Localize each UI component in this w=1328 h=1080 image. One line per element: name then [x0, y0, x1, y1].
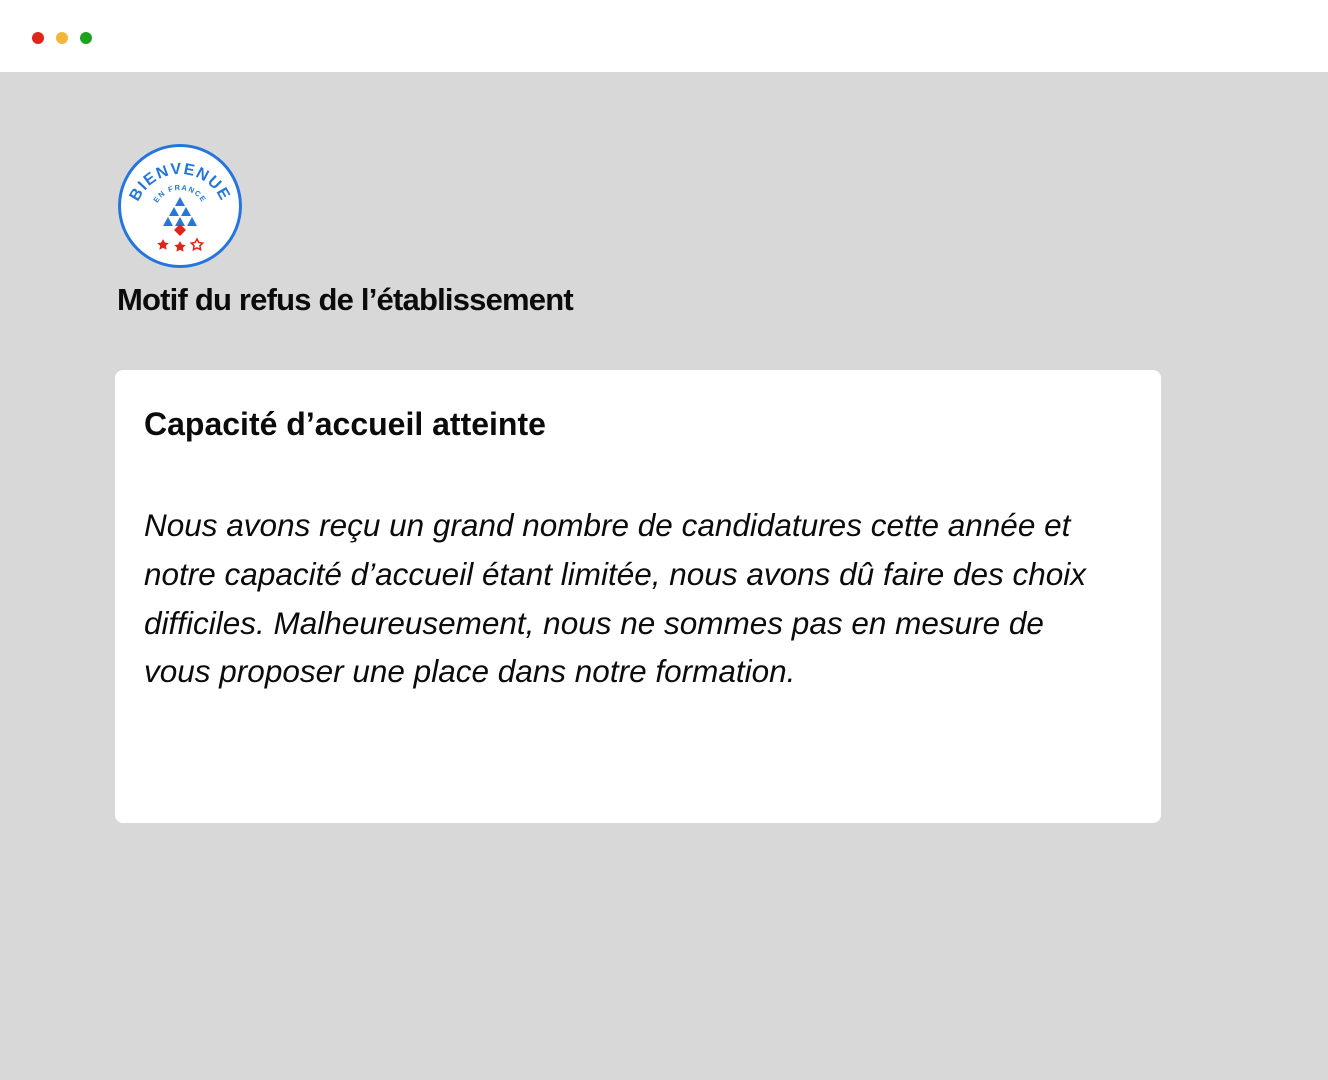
refusal-reason-card: Capacité d’accueil atteinte Nous avons r… — [115, 370, 1161, 823]
maximize-window-button[interactable] — [80, 32, 92, 44]
close-window-button[interactable] — [32, 32, 44, 44]
bienvenue-en-france-logo: BIENVENUE EN FRANCE — [118, 144, 242, 268]
refusal-reason-title: Capacité d’accueil atteinte — [144, 406, 546, 442]
page-title: Motif du refus de l’établissement — [117, 282, 574, 317]
refusal-reason-message: Nous avons reçu un grand nombre de candi… — [144, 507, 1087, 690]
window-titlebar — [0, 0, 1328, 72]
app-window: BIENVENUE EN FRANCE Motif du refus de l’… — [0, 0, 1328, 1080]
main-content: BIENVENUE EN FRANCE Motif du refus de l’… — [0, 72, 1328, 1080]
minimize-window-button[interactable] — [56, 32, 68, 44]
